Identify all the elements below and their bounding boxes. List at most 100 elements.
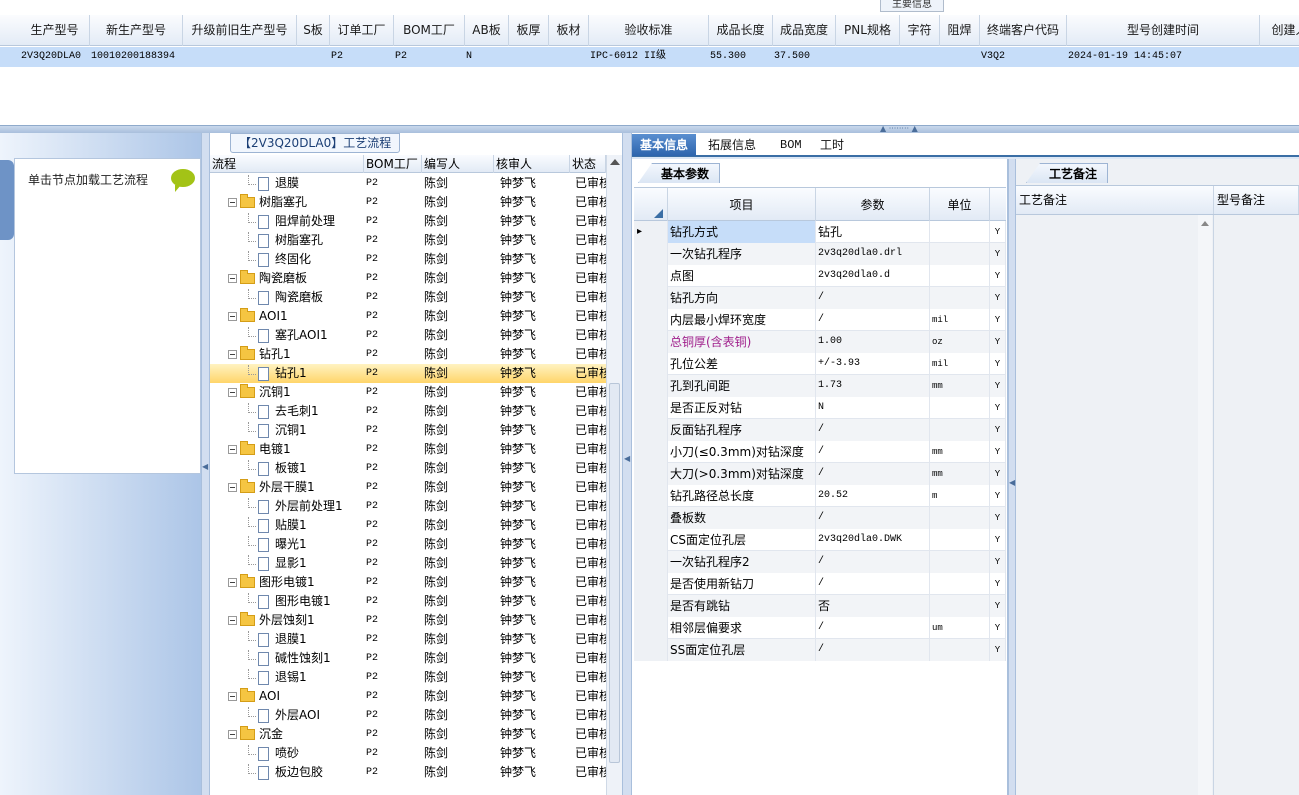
tree-node-label[interactable]: 外层前处理1 [275, 497, 343, 516]
tree-bom-cell[interactable]: P2 [366, 288, 422, 307]
tree-node[interactable]: 陶瓷磨板 [248, 288, 364, 307]
notes-scrollbar[interactable] [1198, 215, 1212, 795]
param-flag[interactable]: Y [990, 507, 1006, 529]
main-info-tab[interactable]: 主要信息 [880, 0, 944, 12]
tree-bom-cell[interactable]: P2 [366, 402, 422, 421]
tree-bom-cell[interactable]: P2 [366, 535, 422, 554]
param-row[interactable]: SS面定位孔层 / Y [634, 639, 1006, 661]
param-value[interactable]: 2v3q20dla0.d [816, 265, 930, 287]
tab-hours[interactable]: 工时 [812, 134, 852, 156]
collapse-icon[interactable] [228, 578, 237, 587]
param-value[interactable]: / [816, 551, 930, 573]
tree-bom-cell[interactable]: P2 [366, 231, 422, 250]
tree-scrollbar[interactable] [606, 155, 622, 795]
tree-col-header[interactable]: BOM工厂 [364, 155, 422, 173]
right-splitter[interactable]: ◀ [1008, 159, 1016, 795]
main-col-header[interactable]: 订单工厂 [330, 15, 394, 46]
tree-status-cell[interactable]: 已审核 [575, 345, 606, 364]
tree-node[interactable]: 显影1 [248, 554, 364, 573]
tree-node-label[interactable]: 曝光1 [275, 535, 307, 554]
tree-row[interactable]: 沉铜1 P2 陈剑 钟梦飞 已审核 [210, 383, 606, 402]
tree-status-cell[interactable]: 已审核 [575, 706, 606, 725]
main-col-header[interactable]: 创建人 [1260, 15, 1299, 46]
tree-node-label[interactable]: 碱性蚀刻1 [275, 649, 331, 668]
param-row[interactable]: 一次钻孔程序 2v3q20dla0.drl Y [634, 243, 1006, 265]
document-icon[interactable] [258, 765, 269, 780]
tree-node[interactable]: 终固化 [248, 250, 364, 269]
tree-node[interactable]: 钻孔1 [228, 345, 364, 364]
tree-checker-cell[interactable]: 钟梦飞 [500, 573, 570, 592]
tree-checker-cell[interactable]: 钟梦飞 [500, 516, 570, 535]
param-row[interactable]: 小刀(≤0.3mm)对钻深度 / mm Y [634, 441, 1006, 463]
tree-checker-cell[interactable]: 钟梦飞 [500, 763, 570, 782]
param-flag[interactable]: Y [990, 463, 1006, 485]
tree-node-label[interactable]: 塞孔AOI1 [275, 326, 328, 345]
tree-row[interactable]: 陶瓷磨板 P2 陈剑 钟梦飞 已审核 [210, 288, 606, 307]
tree-status-cell[interactable]: 已审核 [575, 611, 606, 630]
document-icon[interactable] [258, 290, 269, 305]
tree-writer-cell[interactable]: 陈剑 [424, 212, 494, 231]
tree-row[interactable]: 贴膜1 P2 陈剑 钟梦飞 已审核 [210, 516, 606, 535]
tree-bom-cell[interactable]: P2 [366, 706, 422, 725]
tree-node-label[interactable]: 板边包胶 [275, 763, 323, 782]
param-value[interactable]: 1.00 [816, 331, 930, 353]
param-flag[interactable]: Y [990, 375, 1006, 397]
document-icon[interactable] [258, 366, 269, 381]
main-col-header[interactable]: S板 [297, 15, 330, 46]
tree-writer-cell[interactable]: 陈剑 [424, 611, 494, 630]
tree-node[interactable]: 阻焊前处理 [248, 212, 364, 231]
tree-bom-cell[interactable]: P2 [366, 326, 422, 345]
main-col-header[interactable]: 验收标准 [589, 15, 709, 46]
tree-status-cell[interactable]: 已审核 [575, 307, 606, 326]
main-cell[interactable]: P2 [395, 47, 465, 67]
tree-checker-cell[interactable]: 钟梦飞 [500, 364, 570, 383]
tree-line[interactable] [248, 668, 256, 679]
param-unit[interactable]: mm [930, 375, 990, 397]
tree-checker-cell[interactable]: 钟梦飞 [500, 231, 570, 250]
collapse-up-icon[interactable]: ▲ ········ ▲ [880, 125, 918, 133]
tree-row[interactable]: 沉金 P2 陈剑 钟梦飞 已审核 [210, 725, 606, 744]
collapse-icon[interactable] [228, 616, 237, 625]
param-value[interactable]: / [816, 309, 930, 331]
tree-node[interactable]: 退膜1 [248, 630, 364, 649]
param-unit[interactable] [930, 573, 990, 595]
tree-node-label[interactable]: 阻焊前处理 [275, 212, 335, 231]
collapse-icon[interactable] [228, 730, 237, 739]
tree-writer-cell[interactable]: 陈剑 [424, 440, 494, 459]
tree-writer-cell[interactable]: 陈剑 [424, 687, 494, 706]
tree-node-label[interactable]: 终固化 [275, 250, 311, 269]
tree-node-label[interactable]: 去毛刺1 [275, 402, 319, 421]
param-item[interactable]: 内层最小焊环宽度 [668, 309, 816, 331]
param-row[interactable]: 钻孔方向 / Y [634, 287, 1006, 309]
param-unit[interactable] [930, 265, 990, 287]
param-row[interactable]: 反面钻孔程序 / Y [634, 419, 1006, 441]
param-unit[interactable]: m [930, 485, 990, 507]
param-flag[interactable]: Y [990, 331, 1006, 353]
folder-icon[interactable] [240, 574, 255, 588]
collapse-right-icon[interactable]: ◀ [1009, 479, 1015, 487]
param-item[interactable]: 叠板数 [668, 507, 816, 529]
tree-status-cell[interactable]: 已审核 [575, 478, 606, 497]
param-flag[interactable]: Y [990, 397, 1006, 419]
tree-checker-cell[interactable]: 钟梦飞 [500, 592, 570, 611]
tree-status-cell[interactable]: 已审核 [575, 687, 606, 706]
param-item[interactable]: SS面定位孔层 [668, 639, 816, 661]
tree-row[interactable]: 电镀1 P2 陈剑 钟梦飞 已审核 [210, 440, 606, 459]
tree-status-cell[interactable]: 已审核 [575, 459, 606, 478]
tab-basic[interactable]: 基本信息 [632, 134, 697, 156]
param-unit[interactable] [930, 221, 990, 243]
tree-line[interactable] [248, 649, 256, 660]
param-row[interactable]: 钻孔路径总长度 20.52 m Y [634, 485, 1006, 507]
tree-writer-cell[interactable]: 陈剑 [424, 326, 494, 345]
tree-row[interactable]: 退锡1 P2 陈剑 钟梦飞 已审核 [210, 668, 606, 687]
tree-writer-cell[interactable]: 陈剑 [424, 516, 494, 535]
tree-bom-cell[interactable]: P2 [366, 212, 422, 231]
param-item[interactable]: 是否使用新钻刀 [668, 573, 816, 595]
param-value[interactable]: / [816, 507, 930, 529]
param-row[interactable]: 是否使用新钻刀 / Y [634, 573, 1006, 595]
tree-checker-cell[interactable]: 钟梦飞 [500, 174, 570, 193]
param-unit[interactable] [930, 595, 990, 617]
document-icon[interactable] [258, 670, 269, 685]
param-item[interactable]: 小刀(≤0.3mm)对钻深度 [668, 441, 816, 463]
tree-row[interactable]: 图形电镀1 P2 陈剑 钟梦飞 已审核 [210, 573, 606, 592]
